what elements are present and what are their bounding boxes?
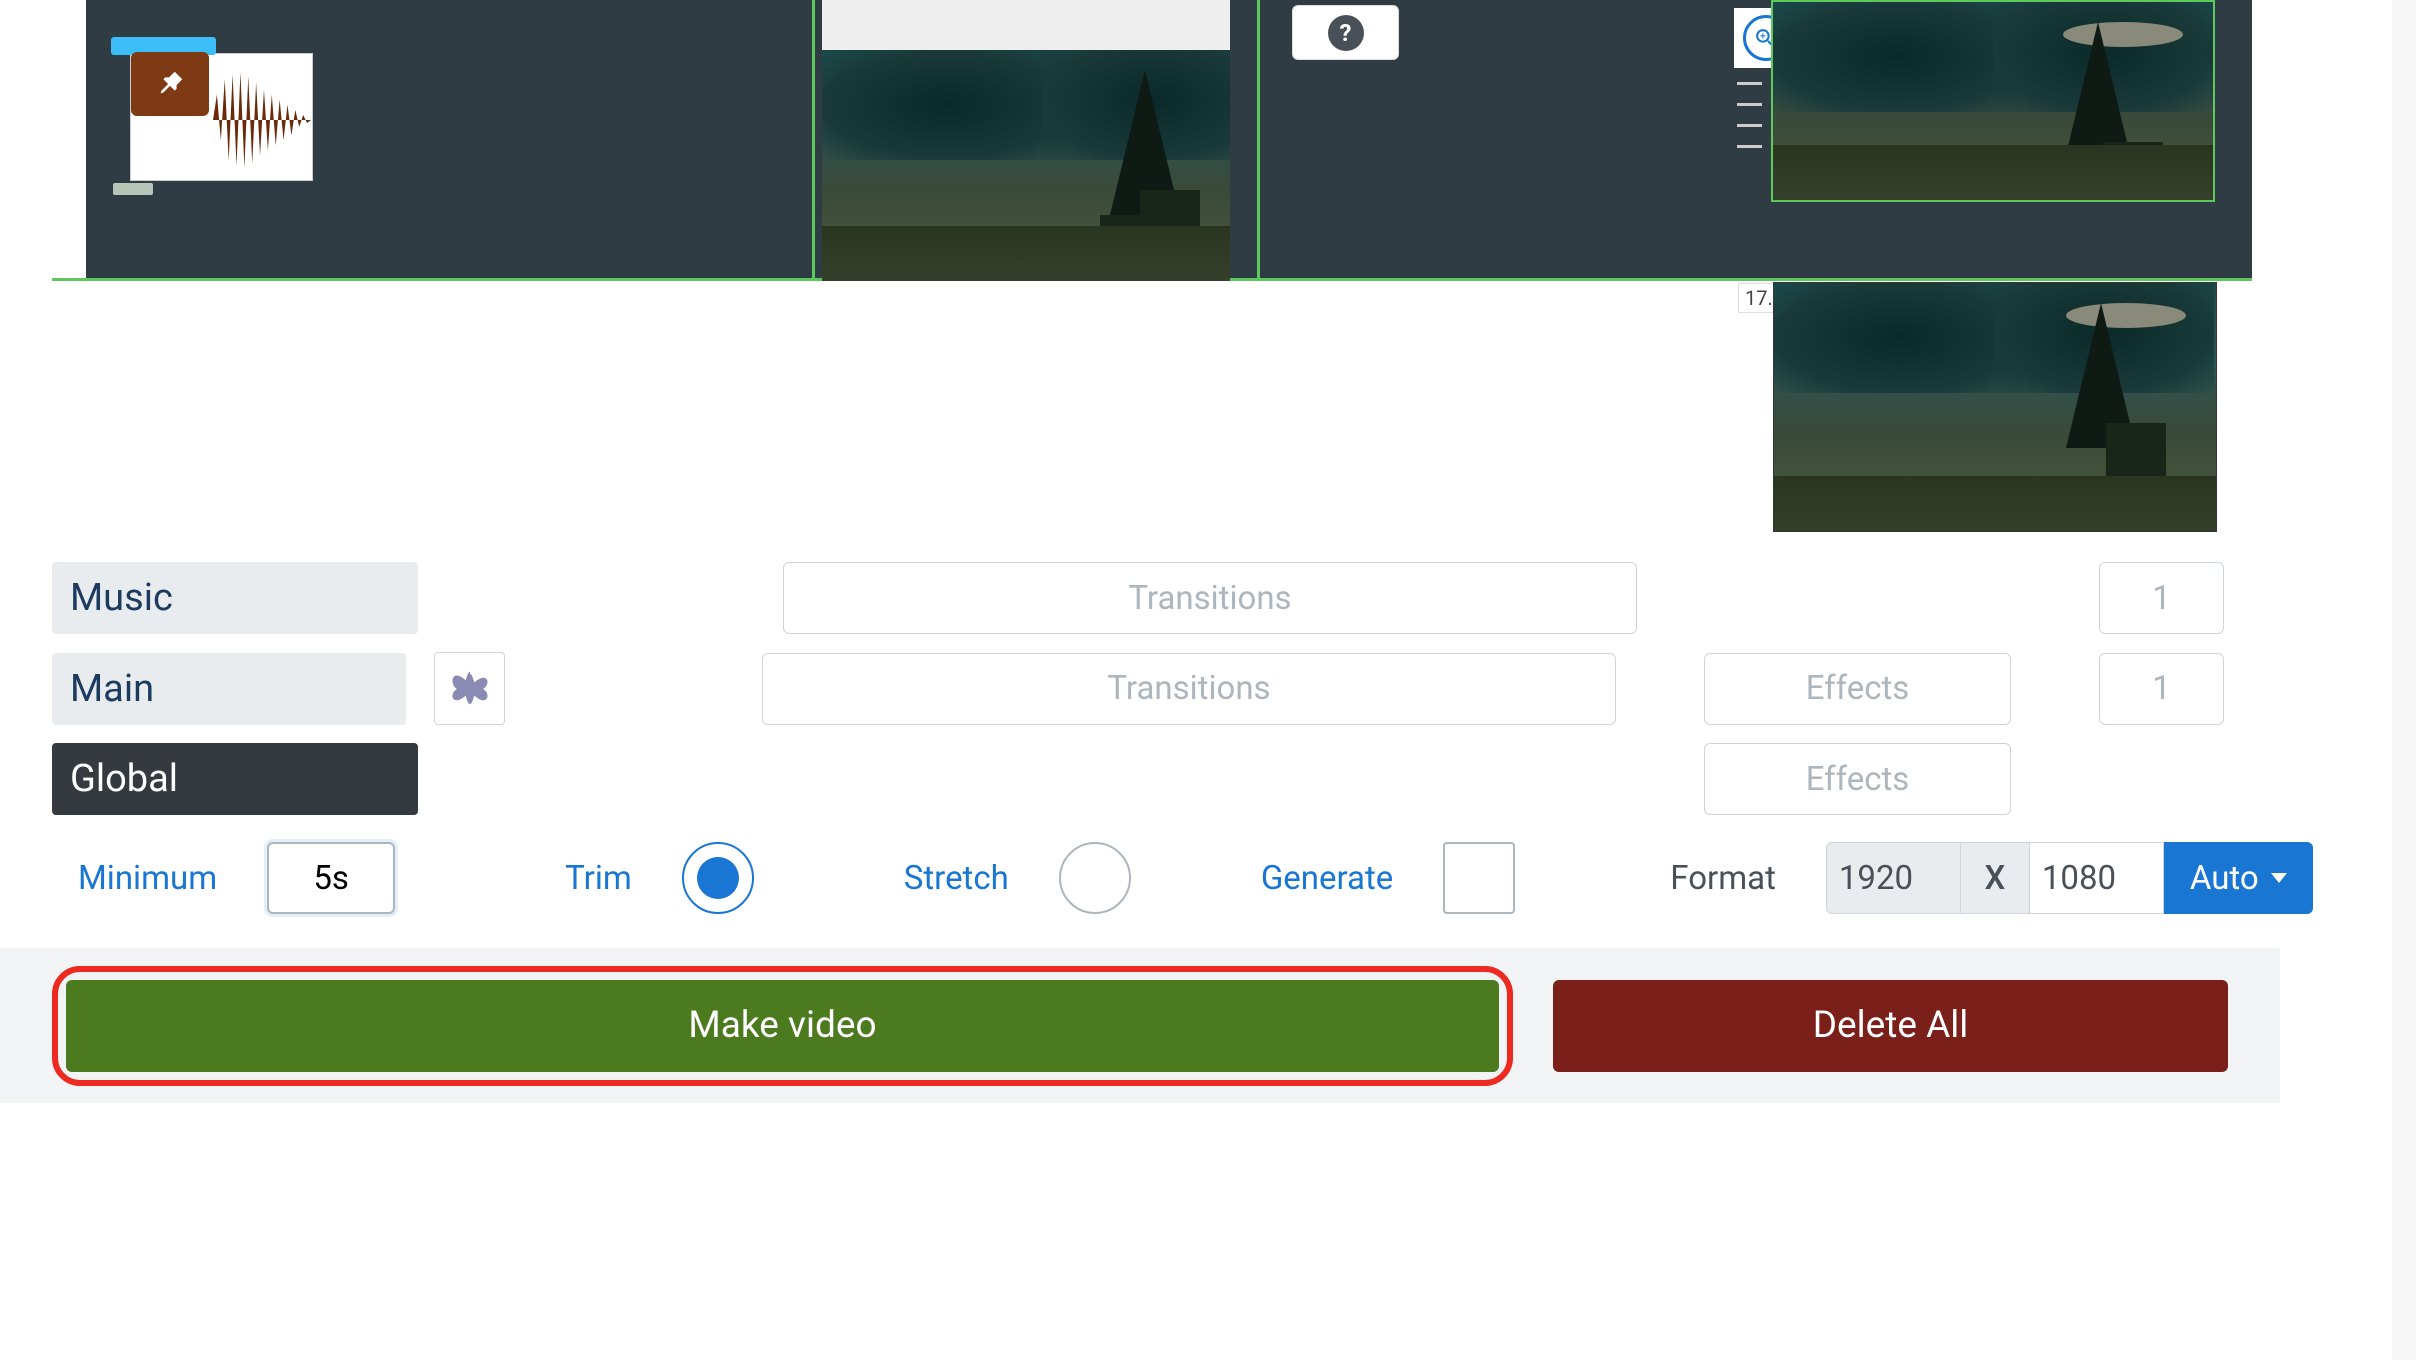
- trim-label: Trim: [565, 859, 632, 898]
- waveform-icon: [213, 64, 311, 176]
- audio-clip-handle[interactable]: [113, 183, 153, 195]
- minimum-label: Minimum: [78, 859, 217, 898]
- thumbnail-art: [1774, 476, 2216, 531]
- video-clip-thumbnail[interactable]: [822, 50, 1230, 281]
- stretch-label: Stretch: [904, 859, 1009, 898]
- help-button[interactable]: ?: [1292, 5, 1399, 60]
- preview-thumbnail[interactable]: [1773, 282, 2217, 532]
- clip-header: [822, 0, 1230, 50]
- track-main-button[interactable]: Main: [52, 653, 406, 725]
- chevron-down-icon: [2271, 873, 2287, 883]
- thumbnail-art: [1774, 283, 2024, 393]
- help-icon: ?: [1328, 15, 1364, 51]
- format-width-input[interactable]: [1826, 842, 1961, 914]
- auto-label: Auto: [2190, 859, 2259, 898]
- thumbnail-art: [822, 50, 1072, 160]
- clip-divider[interactable]: [1257, 0, 1260, 281]
- music-count[interactable]: 1: [2099, 562, 2224, 634]
- format-auto-dropdown[interactable]: Auto: [2164, 842, 2313, 914]
- format-x-label: X: [1961, 842, 2029, 914]
- track-global-button[interactable]: Global: [52, 743, 418, 815]
- thumbnail-button[interactable]: [434, 652, 505, 725]
- trim-radio[interactable]: [682, 842, 754, 914]
- stretch-radio[interactable]: [1059, 842, 1131, 914]
- pin-button[interactable]: [131, 52, 209, 116]
- make-video-highlight: Make video: [52, 966, 1513, 1086]
- effects-button[interactable]: Effects: [1704, 653, 2011, 725]
- preview-thumbnail[interactable]: [1771, 0, 2215, 202]
- main-count[interactable]: 1: [2099, 653, 2224, 725]
- thumbnail-art: [1773, 2, 2023, 112]
- clip-divider[interactable]: [812, 0, 815, 281]
- format-height-input[interactable]: [2029, 842, 2164, 914]
- generate-label: Generate: [1261, 859, 1393, 898]
- pin-icon: [147, 61, 192, 106]
- effects-button[interactable]: Effects: [1704, 743, 2011, 815]
- transitions-button[interactable]: Transitions: [762, 653, 1616, 725]
- butterfly-icon: [444, 663, 496, 715]
- generate-checkbox[interactable]: [1443, 842, 1515, 914]
- audio-clip-thumbnail[interactable]: [130, 53, 313, 181]
- thumbnail-art: [822, 226, 1230, 281]
- timeline[interactable]: ? 17.433: [52, 0, 2252, 295]
- minimum-input[interactable]: [267, 842, 395, 914]
- format-label: Format: [1670, 859, 1776, 898]
- make-video-button[interactable]: Make video: [66, 980, 1499, 1072]
- scrollbar[interactable]: [2392, 0, 2416, 1360]
- delete-all-button[interactable]: Delete All: [1553, 980, 2228, 1072]
- thumbnail-art: [1773, 145, 2213, 200]
- track-music-button[interactable]: Music: [52, 562, 418, 634]
- transitions-button[interactable]: Transitions: [783, 562, 1637, 634]
